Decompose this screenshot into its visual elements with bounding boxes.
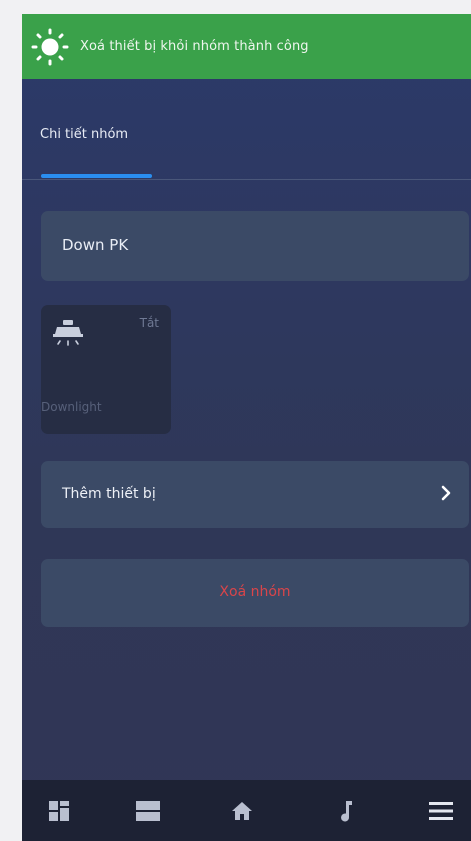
chevron-right-icon bbox=[441, 485, 451, 505]
add-device-label: Thêm thiết bị bbox=[62, 486, 156, 502]
music-icon[interactable] bbox=[316, 780, 376, 841]
tab-indicator bbox=[41, 174, 152, 178]
menu-icon[interactable] bbox=[411, 780, 471, 841]
downlight-icon bbox=[51, 317, 85, 355]
toast-message: Xoá thiết bị khỏi nhóm thành công bbox=[80, 39, 309, 54]
tab-group-detail[interactable]: Chi tiết nhóm bbox=[40, 127, 128, 142]
delete-group-label: Xoá nhóm bbox=[219, 584, 291, 600]
success-toast: Xoá thiết bị khỏi nhóm thành công bbox=[22, 14, 471, 79]
bottom-navigation bbox=[22, 780, 471, 841]
dashboard-icon[interactable] bbox=[29, 780, 89, 841]
add-device-button[interactable]: Thêm thiết bị bbox=[41, 461, 469, 528]
tab-bar: Chi tiết nhóm bbox=[22, 79, 471, 180]
app-screen: Xoá thiết bị khỏi nhóm thành công Chi ti… bbox=[22, 14, 471, 841]
group-name-field[interactable]: Down PK bbox=[41, 211, 469, 281]
delete-group-button[interactable]: Xoá nhóm bbox=[41, 559, 469, 627]
home-icon[interactable] bbox=[212, 780, 272, 841]
rooms-icon[interactable] bbox=[118, 780, 178, 841]
device-tile-downlight[interactable]: Tắt Downlight bbox=[41, 305, 171, 434]
device-name: Downlight bbox=[41, 400, 102, 414]
device-status: Tắt bbox=[139, 316, 159, 330]
sun-icon bbox=[22, 14, 78, 79]
group-name-text: Down PK bbox=[62, 236, 129, 254]
